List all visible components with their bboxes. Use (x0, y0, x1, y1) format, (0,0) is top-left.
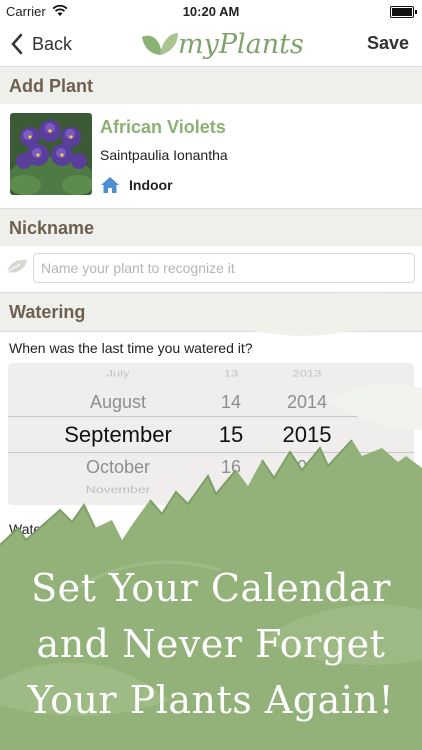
plant-name: African Violets (100, 117, 226, 137)
picker-month: October (85, 457, 151, 477)
date-picker[interactable]: July 13 2013 August 14 2014 September 15… (8, 363, 414, 505)
leaf-logo-icon (142, 33, 178, 55)
picker-month: November (85, 483, 151, 495)
house-icon (101, 177, 119, 193)
status-time: 10:20 AM (182, 4, 240, 19)
picker-day: 16 (220, 457, 242, 477)
plant-photo (10, 113, 92, 195)
picker-selection-top (8, 416, 414, 417)
add-plant-header: Add Plant (0, 66, 422, 106)
back-label: Back (32, 33, 73, 54)
promo-line: and Never Forget (36, 622, 386, 666)
picker-selection-bottom (8, 452, 414, 453)
picker-month: August (89, 392, 147, 412)
plant-location: Indoor (100, 176, 173, 194)
status-bar: Carrier 10:20 AM (0, 0, 422, 22)
chevron-left-icon (11, 33, 23, 55)
watering-question: When was the last time you watered it? (9, 340, 253, 356)
navigation-bar: Back myPlants Save (0, 22, 422, 67)
plant-location-label: Indoor (129, 177, 173, 193)
picker-year: 2015 (282, 422, 332, 447)
section-title: Nickname (9, 218, 95, 238)
picker-day: 14 (220, 392, 242, 412)
picker-year: 2016 (286, 457, 328, 477)
picker-year: 2013 (292, 368, 322, 379)
water-every-label: Water every (9, 521, 84, 537)
battery-icon (390, 6, 417, 18)
picker-month: September (64, 422, 172, 447)
picker-year: 2014 (286, 392, 328, 412)
promo-line: Your Plants Again! (27, 678, 395, 722)
section-title: Add Plant (9, 76, 93, 96)
picker-month: July (106, 368, 130, 379)
logo-text: myPlants (178, 29, 304, 60)
promo-headline: Set Your Calendar and Never Forget Your … (0, 560, 422, 728)
picker-day: 15 (218, 422, 244, 447)
promo-line: Set Your Calendar (31, 566, 391, 610)
app-logo: myPlants (140, 25, 304, 65)
nickname-input[interactable] (33, 253, 415, 283)
picker-year: 2017 (291, 483, 323, 495)
watering-header: Watering (0, 292, 422, 332)
nickname-header: Nickname (0, 208, 422, 248)
plant-scientific-name: Saintpaulia Ionantha (100, 147, 228, 163)
picker-day: 17 (223, 483, 239, 495)
save-button[interactable]: Save (367, 33, 409, 54)
section-title: Watering (9, 302, 86, 322)
leaf-icon (6, 259, 27, 273)
back-button[interactable]: Back (10, 31, 72, 57)
picker-day: 13 (223, 368, 239, 379)
